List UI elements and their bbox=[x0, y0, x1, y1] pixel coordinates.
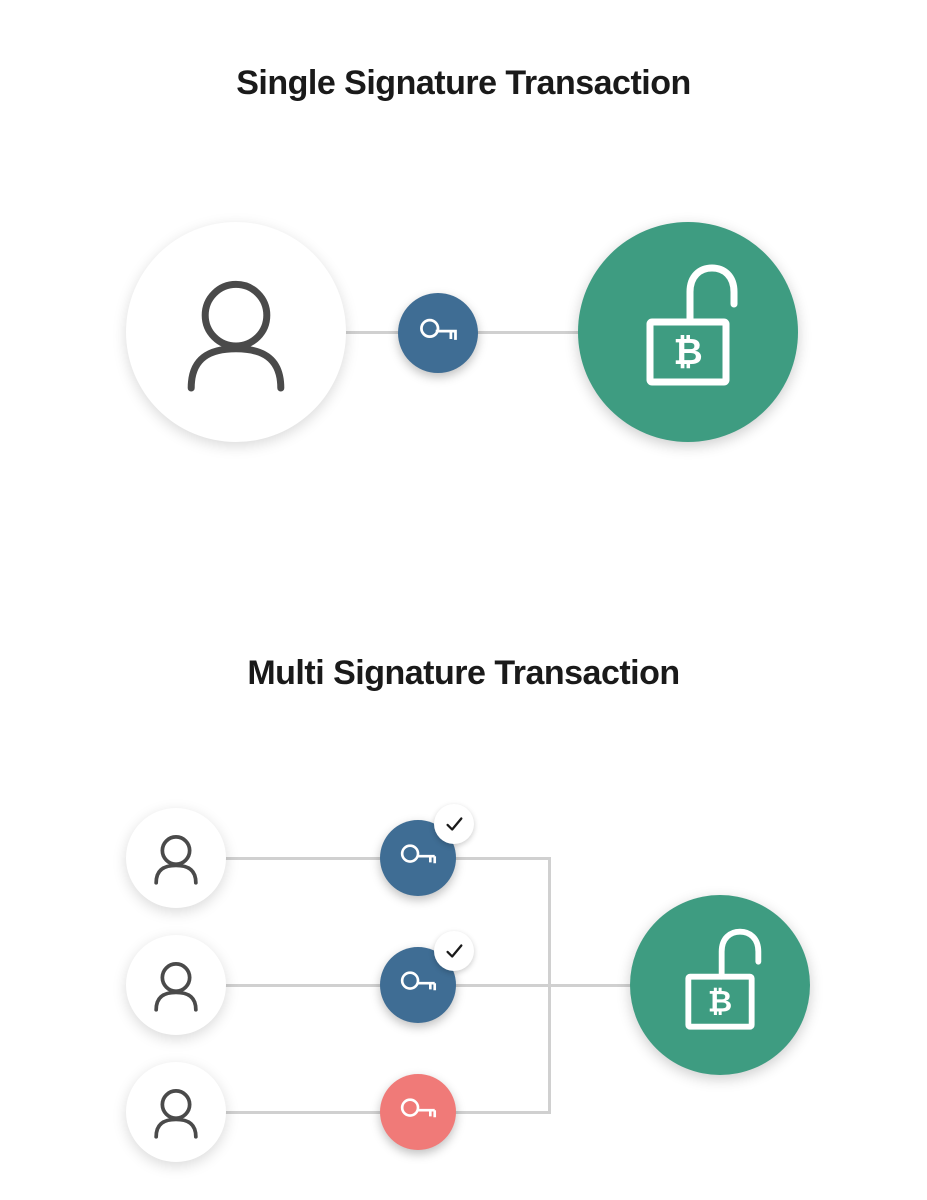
check-icon bbox=[443, 940, 465, 962]
key-icon bbox=[396, 963, 440, 1007]
user-icon bbox=[145, 1081, 207, 1143]
single-key-node bbox=[398, 293, 478, 373]
multi-user-2 bbox=[126, 935, 226, 1035]
svg-text:₿: ₿ bbox=[708, 986, 732, 1019]
multi-line-2 bbox=[180, 984, 550, 987]
multi-key-2-check bbox=[434, 931, 474, 971]
multi-lock-node: ₿ bbox=[630, 895, 810, 1075]
user-icon bbox=[145, 954, 207, 1016]
svg-text:₿: ₿ bbox=[673, 331, 702, 372]
single-user-node bbox=[126, 222, 346, 442]
multi-user-1 bbox=[126, 808, 226, 908]
check-icon bbox=[443, 813, 465, 835]
unlock-bitcoin-icon: ₿ bbox=[670, 926, 770, 1044]
user-icon bbox=[145, 827, 207, 889]
key-icon bbox=[396, 836, 440, 880]
unlock-bitcoin-icon: ₿ bbox=[628, 262, 748, 402]
single-sig-title: Single Signature Transaction bbox=[0, 64, 927, 103]
multi-line-1 bbox=[180, 857, 550, 860]
multi-user-3 bbox=[126, 1062, 226, 1162]
multi-line-3 bbox=[180, 1111, 550, 1114]
key-icon bbox=[415, 310, 461, 356]
user-icon bbox=[166, 262, 306, 402]
multi-key-3 bbox=[380, 1074, 456, 1150]
single-lock-node: ₿ bbox=[578, 222, 798, 442]
multi-sig-title: Multi Signature Transaction bbox=[0, 654, 927, 693]
multi-key-1-check bbox=[434, 804, 474, 844]
key-icon bbox=[396, 1090, 440, 1134]
